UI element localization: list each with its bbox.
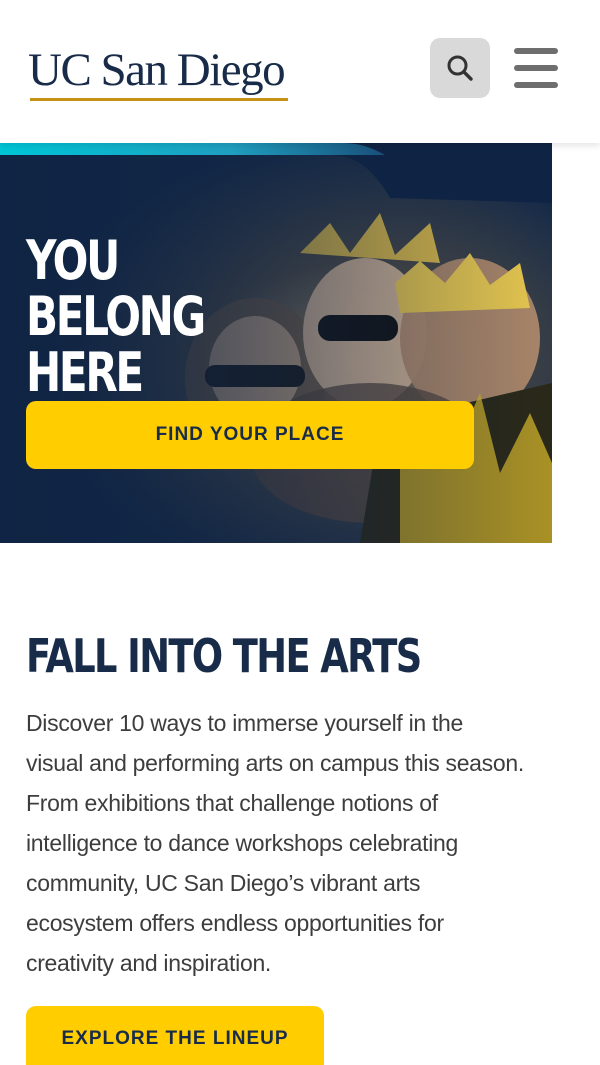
feature-section: FALL INTO THE ARTS Discover 10 ways to i… [26,625,566,976]
menu-button[interactable] [512,46,560,90]
hamburger-bar [514,65,558,71]
site-header: UC San Diego [0,0,600,143]
logo-wordmark: UC San Diego [28,44,286,96]
logo-underline [30,98,288,101]
hamburger-menu-icon [514,48,558,54]
page: UC San Diego YOU BELONG HERE FIND YOUR P… [0,0,600,1065]
search-icon [447,55,473,81]
explore-the-lineup-label: EXPLORE THE LINEUP [61,1028,289,1049]
uc-san-diego-logo[interactable]: UC San Diego [28,42,288,104]
feature-title: FALL INTO THE ARTS [26,629,422,683]
hamburger-bar [514,82,558,88]
find-your-place-button[interactable]: FIND YOUR PLACE [26,401,474,469]
explore-the-lineup-button[interactable]: EXPLORE THE LINEUP [26,1006,324,1065]
hero-title: YOU BELONG HERE [26,229,206,404]
search-button[interactable] [430,38,490,98]
hero-banner: YOU BELONG HERE FIND YOUR PLACE [0,143,552,543]
feature-body: Discover 10 ways to immerse yourself in … [26,710,524,976]
